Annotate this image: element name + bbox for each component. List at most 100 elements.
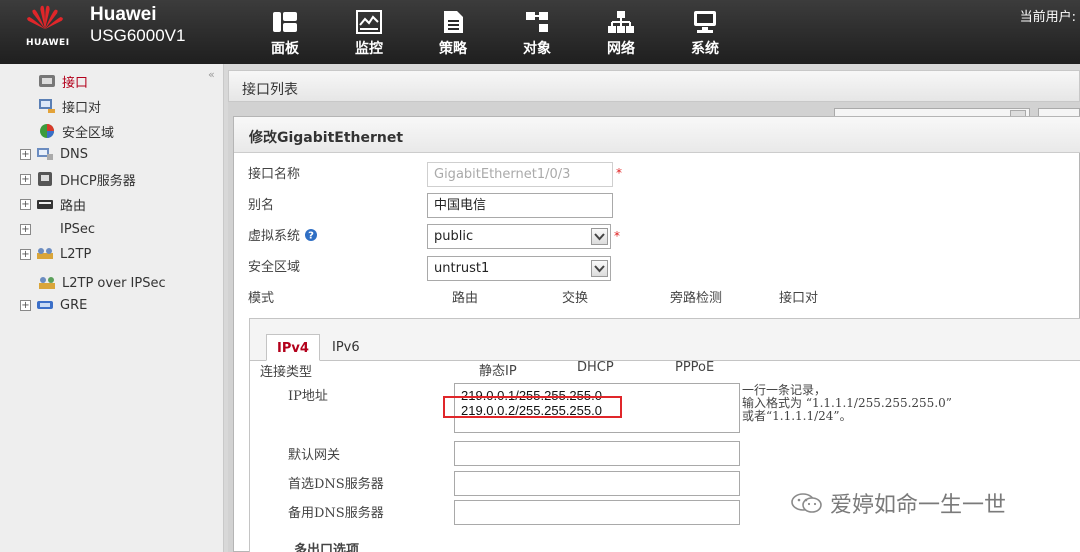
interface-icon — [39, 75, 55, 87]
brand-name: Huawei — [90, 4, 157, 25]
nav-label: 系统 — [691, 41, 719, 57]
dhcp-icon — [38, 172, 52, 186]
sidebar-item-route[interactable]: + 路由 — [20, 194, 86, 214]
expand-icon[interactable]: + — [20, 248, 31, 260]
nav-policy[interactable]: 策略 — [416, 0, 490, 64]
sidebar-item-label: L2TP — [60, 246, 92, 262]
nav-monitor[interactable]: 监控 — [332, 0, 406, 64]
logo-wordmark: HUAWEI — [26, 38, 70, 48]
sidebar-item-label: DHCP服务器 — [60, 173, 136, 189]
network-icon — [608, 11, 634, 33]
sidebar-item-label: 安全区域 — [62, 125, 115, 141]
device-model: USG6000V1 — [90, 26, 186, 45]
nav-system[interactable]: 系统 — [668, 0, 742, 64]
sidebar-item-label: IPSec — [60, 221, 96, 237]
interface-name-label: 接口名称 — [248, 167, 301, 182]
sidebar: « 接口 接口对 安全区域 + DNS + DHCP服务器 + 路由 + IPS… — [0, 64, 224, 552]
alias-field[interactable]: 中国电信 — [427, 193, 613, 218]
ipv4-settings: 连接类型 静态IP DHCP PPPoE IP地址 219.0.0.1/255.… — [250, 360, 1080, 552]
sidebar-item-l2tp[interactable]: + L2TP — [20, 244, 91, 264]
nav-label: 网络 — [607, 41, 635, 57]
mode-option-bypass[interactable]: 旁路检测 — [670, 287, 722, 306]
expand-icon[interactable]: + — [20, 148, 31, 160]
ip-format-hint: 一行一条记录， 输入格式为 “1.1.1.1/255.255.255.0” 或者… — [742, 384, 952, 423]
monitor-icon — [356, 10, 382, 34]
multi-exit-options-label: 多出口选项 — [294, 543, 360, 552]
vsys-label-text: 虚拟系统 — [248, 229, 301, 244]
wechat-icon — [791, 493, 822, 513]
collapse-sidebar-button[interactable]: « — [208, 68, 215, 81]
gre-icon — [37, 301, 53, 309]
mode-label: 模式 — [248, 291, 275, 306]
sidebar-item-label: 接口对 — [62, 100, 102, 116]
nav-network[interactable]: 网络 — [584, 0, 658, 64]
current-user-label: 当前用户: — [1019, 10, 1076, 25]
help-icon[interactable]: ? — [304, 228, 318, 242]
mode-option-route[interactable]: 路由 — [452, 287, 478, 306]
conn-option-pppoe[interactable]: PPPoE — [675, 360, 714, 375]
expand-icon[interactable]: + — [20, 173, 31, 185]
tab-ipv4[interactable]: IPv4 — [266, 334, 320, 361]
nav-object[interactable]: 对象 — [500, 0, 574, 64]
svg-text:?: ? — [308, 231, 314, 242]
ip-address-label: IP地址 — [288, 389, 328, 404]
conn-option-dhcp[interactable]: DHCP — [577, 360, 614, 375]
mode-option-switch[interactable]: 交换 — [562, 287, 588, 306]
sidebar-item-dhcp[interactable]: + DHCP服务器 — [20, 169, 136, 189]
watermark-text: 爱婷如命一生一世 — [830, 493, 1007, 518]
hint-line: 或者“1.1.1.1/24”。 — [742, 409, 852, 423]
secondary-dns-label: 备用DNS服务器 — [288, 506, 384, 521]
interface-name-field: GigabitEthernet1/0/3 — [427, 162, 613, 187]
interface-pair-icon — [39, 99, 55, 113]
conn-option-static-ip[interactable]: 静态IP — [479, 360, 517, 379]
primary-dns-label: 首选DNS服务器 — [288, 477, 384, 492]
red-highlight-box — [443, 396, 622, 418]
chevron-down-icon[interactable] — [591, 228, 608, 245]
dns-icon — [37, 148, 53, 160]
top-bar: HUAWEI Huawei USG6000V1 面板 监控 策略 对象 网络 系… — [0, 0, 1080, 64]
primary-dns-field[interactable] — [454, 471, 740, 496]
secondary-dns-field[interactable] — [454, 500, 740, 525]
security-zone-select[interactable]: untrust1 — [427, 256, 611, 281]
nav-dashboard[interactable]: 面板 — [248, 0, 322, 64]
sidebar-item-ipsec[interactable]: + IPSec — [20, 219, 95, 239]
sidebar-item-label: 路由 — [60, 198, 87, 214]
sidebar-item-dns[interactable]: + DNS — [20, 144, 88, 164]
security-zone-label: 安全区域 — [248, 260, 301, 275]
huawei-logo-icon — [27, 5, 63, 30]
sidebar-item-interface-pair[interactable]: 接口对 — [38, 96, 101, 116]
vsys-select[interactable]: public — [427, 224, 611, 249]
default-gateway-field[interactable] — [454, 441, 740, 466]
required-mark: * — [616, 166, 622, 180]
expand-icon[interactable]: + — [20, 198, 31, 210]
sidebar-item-interface[interactable]: 接口 — [38, 71, 88, 91]
blank-icon — [36, 221, 54, 237]
route-icon — [37, 200, 53, 209]
interface-list-title: 接口列表 — [242, 82, 298, 98]
sidebar-item-security-zone[interactable]: 安全区域 — [38, 121, 114, 141]
sidebar-item-label: L2TP over IPSec — [62, 275, 166, 291]
policy-icon — [444, 11, 463, 33]
zone-selected-value: untrust1 — [434, 261, 490, 276]
watermark: 爱婷如命一生一世 — [790, 487, 1006, 519]
chevron-down-icon[interactable] — [591, 260, 608, 277]
alias-label: 别名 — [248, 198, 275, 213]
l2tp-icon — [37, 248, 53, 259]
mode-option-interface-pair[interactable]: 接口对 — [779, 287, 818, 306]
vsys-label: 虚拟系统 ? — [248, 225, 318, 244]
nav-label: 策略 — [439, 41, 467, 57]
nav-label: 面板 — [271, 41, 299, 57]
sidebar-item-l2tp-over-ipsec[interactable]: L2TP over IPSec — [38, 273, 166, 293]
dialog-title-bar: 修改GigabitEthernet — [234, 117, 1080, 153]
sidebar-item-gre[interactable]: + GRE — [20, 295, 87, 315]
connection-type-label: 连接类型 — [260, 365, 313, 380]
brand: HUAWEI Huawei USG6000V1 — [22, 2, 212, 60]
interface-list-header: 接口列表 — [228, 70, 1080, 102]
expand-icon[interactable]: + — [20, 223, 31, 235]
required-mark: * — [614, 229, 620, 243]
expand-icon[interactable]: + — [20, 299, 31, 311]
dashboard-icon — [273, 12, 297, 32]
nav-label: 对象 — [523, 41, 551, 57]
sidebar-item-label: 接口 — [62, 75, 89, 91]
tab-ipv6[interactable]: IPv6 — [322, 334, 370, 361]
